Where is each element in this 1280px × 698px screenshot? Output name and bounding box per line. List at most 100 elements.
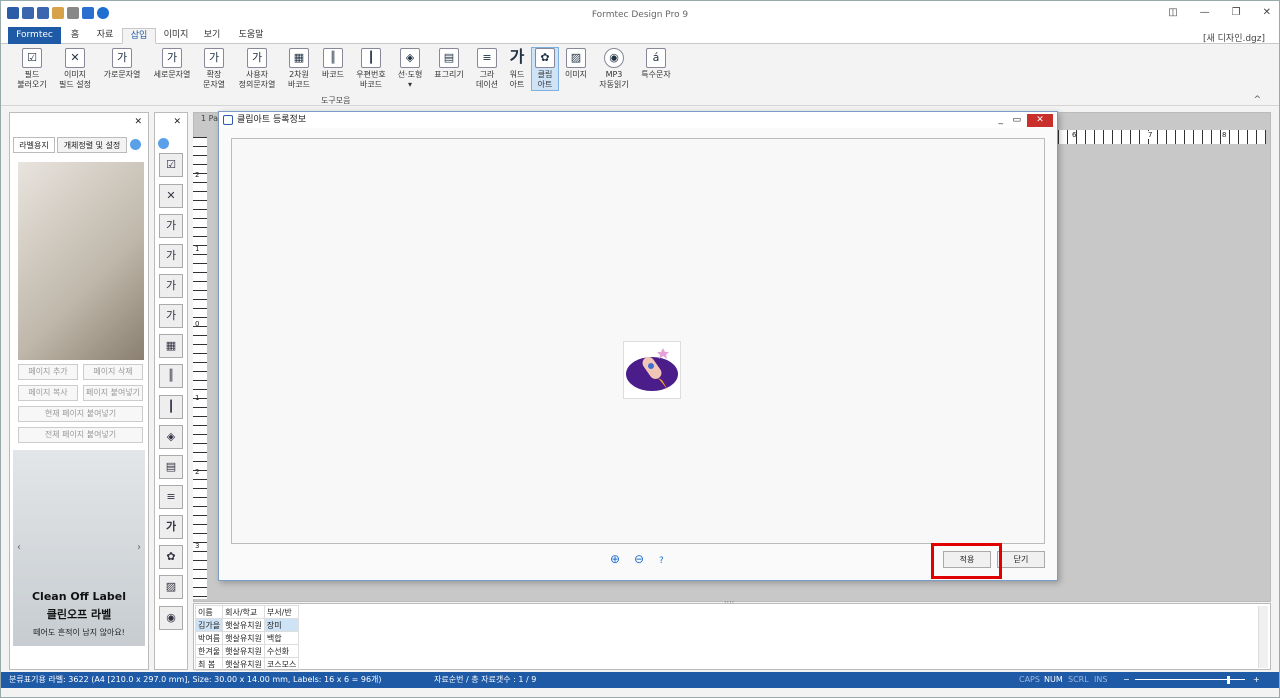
- shape-button[interactable]: ◈ 선·도형 ▾: [395, 48, 425, 90]
- gradation-tool-icon[interactable]: ≡: [159, 485, 183, 509]
- status-record-count: 자료순번 / 총 자료갯수 : 1 / 9: [434, 675, 537, 684]
- dialog-maximize-icon[interactable]: ▭: [1012, 112, 1021, 128]
- table-row[interactable]: 최 봄 햇살유치원 코스모스: [194, 657, 300, 671]
- tab-view[interactable]: 보기: [200, 28, 224, 44]
- qr-code-tool-icon[interactable]: ▦: [159, 334, 183, 358]
- paste-page-button[interactable]: 페이지 붙여넣기: [83, 385, 143, 401]
- custom-text-button[interactable]: 가 사용자 정의문자열: [234, 48, 280, 90]
- copy-page-button[interactable]: 페이지 복사: [18, 385, 78, 401]
- group-label: 도구모음: [321, 96, 351, 105]
- barcode-tool-icon[interactable]: ║: [159, 364, 183, 388]
- table-tool-icon[interactable]: ▤: [159, 455, 183, 479]
- panel-next-icon[interactable]: [130, 139, 141, 150]
- dialog-title: 클립아트 등록정보: [237, 115, 307, 125]
- left-panel-close-icon[interactable]: ✕: [134, 117, 142, 127]
- mp3-tool-icon[interactable]: ◉: [159, 606, 183, 630]
- gradation-button[interactable]: ≡ 그라 데이션: [473, 48, 501, 90]
- minimize-icon[interactable]: —: [1200, 7, 1210, 18]
- special-char-icon: á: [646, 48, 666, 68]
- field-load-icon: ☑: [22, 48, 42, 68]
- tab-insert[interactable]: 삽입: [122, 28, 156, 44]
- vertical-text-button[interactable]: 가 세로문자열: [149, 48, 195, 80]
- tab-formtec[interactable]: Formtec: [8, 27, 61, 44]
- restore-icon[interactable]: ❐: [1232, 7, 1241, 18]
- tool-strip-toggle-icon[interactable]: [158, 138, 169, 149]
- scrl-indicator: SCRL: [1068, 675, 1089, 684]
- help-icon[interactable]: ◫: [1168, 7, 1177, 18]
- ribbon-collapse-icon[interactable]: ^: [1253, 95, 1261, 105]
- image-field-icon: ✕: [65, 48, 85, 68]
- wordart-tool-icon[interactable]: 가: [159, 515, 183, 539]
- image-field-button[interactable]: ✕ 이미지 필드 설정: [55, 48, 95, 90]
- help-icon[interactable]: ?: [659, 556, 664, 566]
- status-label-info: 분류표기용 라벨: 3622 (A4 [210.0 x 297.0 mm], S…: [9, 675, 382, 684]
- zoom-out-icon[interactable]: −: [1123, 672, 1130, 688]
- postal-barcode-button[interactable]: ┃ 우편번호 바코드: [351, 48, 391, 90]
- mp3-button[interactable]: ◉ MP3 자동읽기: [596, 48, 632, 90]
- document-name: [새 디자인.dgz]: [1202, 34, 1265, 44]
- tab-home[interactable]: 홈: [65, 28, 85, 44]
- zoom-in-icon[interactable]: +: [1253, 672, 1260, 688]
- horizontal-text-button[interactable]: 가 가로문자열: [100, 48, 144, 80]
- close-button[interactable]: 닫기: [997, 551, 1045, 568]
- horizontal-text-tool-icon[interactable]: 가: [159, 214, 183, 238]
- close-icon[interactable]: ✕: [1263, 7, 1271, 18]
- delete-page-button[interactable]: 페이지 삭제: [83, 364, 143, 380]
- table-button[interactable]: ▤ 표그리기: [431, 48, 467, 80]
- tab-object-align[interactable]: 개체정렬 및 설정: [57, 137, 127, 153]
- data-table: 이름 회사/학교 부서/반 김가을 햇살유치원 장미 박여름 햇살유치원 백합 …: [194, 605, 300, 671]
- zoom-out-icon[interactable]: ⊖: [634, 552, 644, 566]
- clipart-button[interactable]: ✿ 클립 아트: [531, 47, 559, 91]
- mp3-disc-icon: ◉: [604, 48, 624, 68]
- page-tab[interactable]: 1 Pa: [201, 114, 218, 123]
- shape-tool-icon[interactable]: ◈: [159, 425, 183, 449]
- postal-barcode-tool-icon[interactable]: ┃: [159, 395, 183, 419]
- table-header: 이름 회사/학교 부서/반: [194, 605, 300, 619]
- tool-strip-close-icon[interactable]: ✕: [173, 117, 181, 127]
- image-field-tool-icon[interactable]: ✕: [159, 184, 183, 208]
- field-load-button[interactable]: ☑ 필드 불러오기: [14, 48, 50, 90]
- dialog-close-icon[interactable]: ✕: [1027, 114, 1053, 127]
- clipart-tool-icon[interactable]: ✿: [159, 545, 183, 569]
- tab-image[interactable]: 이미지: [161, 28, 191, 44]
- extended-text-button[interactable]: 가 확장 문자열: [199, 48, 229, 90]
- paste-all-pages-button[interactable]: 전체 페이지 붙여넣기: [18, 427, 143, 443]
- ribbon-tabs: Formtec 홈 자료 삽입 이미지 보기 도움말 [새 디자인.dgz]: [1, 27, 1279, 44]
- window-title: Formtec Design Pro 9: [591, 10, 689, 20]
- image-tool-icon[interactable]: ▨: [159, 575, 183, 599]
- barcode-icon: ║: [323, 48, 343, 68]
- zoom-slider-thumb[interactable]: [1227, 676, 1230, 684]
- tab-help[interactable]: 도움말: [234, 28, 268, 44]
- tool-strip: ✕ ☑ ✕ 가 가 가 가 ▦ ║ ┃ ◈ ▤ ≡ 가 ✿ ▨ ◉: [154, 112, 188, 670]
- custom-text-tool-icon[interactable]: 가: [159, 304, 183, 328]
- tab-data[interactable]: 자료: [93, 28, 117, 44]
- dialog-minimize-icon[interactable]: _: [999, 112, 1004, 128]
- ad-next-icon[interactable]: ›: [137, 542, 141, 553]
- special-char-button[interactable]: á 특수문자: [638, 48, 674, 80]
- extended-text-tool-icon[interactable]: 가: [159, 274, 183, 298]
- ad-banner[interactable]: Clean Off Label 클린오프 라벨 떼어도 흔적이 남지 않아요! …: [13, 450, 145, 646]
- gradation-icon: ≡: [477, 48, 497, 68]
- image-icon: ▨: [566, 48, 586, 68]
- zoom-in-icon[interactable]: ⊕: [610, 552, 620, 566]
- table-row[interactable]: 박여름 햇살유치원 백합: [194, 631, 300, 645]
- tab-label-paper[interactable]: 라벨용지: [13, 137, 55, 153]
- ad-prev-icon[interactable]: ‹: [17, 542, 21, 553]
- table-row[interactable]: 김가을 햇살유치원 장미: [194, 618, 300, 632]
- paste-current-page-button[interactable]: 현재 페이지 붙여넣기: [18, 406, 143, 422]
- wordart-button[interactable]: 가 워드 아트: [505, 48, 529, 90]
- field-tool-icon[interactable]: ☑: [159, 153, 183, 177]
- ad-title: 클린오프 라벨: [46, 608, 112, 621]
- qr-barcode-button[interactable]: ▦ 2차원 바코드: [284, 48, 314, 90]
- add-page-button[interactable]: 페이지 추가: [18, 364, 78, 380]
- clipart-icon: ✿: [535, 48, 555, 68]
- image-button[interactable]: ▨ 이미지: [562, 48, 590, 80]
- vertical-text-tool-icon[interactable]: 가: [159, 244, 183, 268]
- title-bar: Formtec Design Pro 9 ◫ — ❐ ✕: [1, 1, 1279, 27]
- table-row[interactable]: 한겨울 햇살유치원 수선화: [194, 644, 300, 658]
- barcode-button[interactable]: ║ 바코드: [319, 48, 347, 80]
- left-panel: ✕ 라벨용지 개체정렬 및 설정 페이지 추가 페이지 삭제 페이지 복사 페이…: [9, 112, 149, 670]
- grid-scrollbar[interactable]: [1258, 606, 1268, 668]
- clipart-preview: [231, 138, 1045, 544]
- splitter-handle[interactable]: ····: [724, 598, 734, 607]
